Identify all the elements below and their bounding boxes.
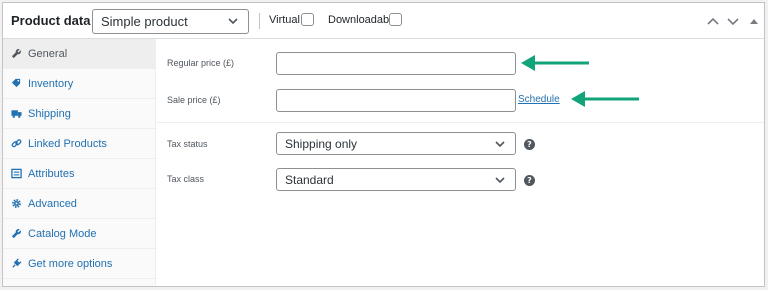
tax-class-select[interactable]: Standard — [276, 168, 516, 191]
chevron-up-icon[interactable] — [706, 15, 720, 27]
sale-price-input[interactable] — [276, 89, 516, 112]
virtual-checkbox[interactable] — [301, 13, 314, 26]
regular-price-input[interactable] — [276, 52, 516, 75]
annotation-arrow — [521, 55, 589, 71]
header-divider — [259, 13, 260, 29]
truck-icon — [11, 110, 22, 118]
product-data-panel: Product data — Simple product Virtual: D… — [2, 2, 765, 287]
tab-label: Inventory — [28, 78, 74, 90]
schedule-link[interactable]: Schedule — [518, 94, 560, 105]
product-type-select[interactable]: Simple product — [92, 9, 249, 34]
tab-label: Shipping — [28, 108, 71, 120]
collapse-triangle-icon[interactable] — [747, 15, 761, 27]
product-data-tabs: General Inventory Shipping Linked Produc… — [3, 39, 156, 286]
tab-label: Attributes — [28, 168, 75, 180]
tag-icon — [11, 78, 21, 88]
chevron-down-icon — [495, 141, 505, 148]
virtual-label: Virtual: — [269, 14, 304, 26]
tax-class-value: Standard — [285, 173, 334, 187]
tax-class-label: Tax class — [167, 174, 205, 184]
help-icon[interactable]: ? — [524, 139, 535, 150]
product-data-header: Product data — Simple product Virtual: D… — [3, 3, 764, 39]
downloadable-checkbox[interactable] — [389, 13, 402, 26]
tax-status-label: Tax status — [167, 139, 208, 149]
chevron-down-icon[interactable] — [726, 15, 740, 27]
tab-advanced[interactable]: Advanced — [3, 189, 156, 219]
link-icon — [11, 139, 22, 148]
tab-get-more-options[interactable]: Get more options — [3, 249, 156, 279]
general-options-panel: Regular price (£) Sale price (£) Schedul… — [157, 39, 764, 286]
tax-status-value: Shipping only — [285, 137, 358, 151]
section-divider — [157, 122, 764, 123]
tab-linked-products[interactable]: Linked Products — [3, 129, 156, 159]
gear-icon — [12, 199, 21, 208]
wrench-icon — [11, 49, 21, 59]
product-type-value: Simple product — [101, 14, 188, 29]
tab-catalog-mode[interactable]: Catalog Mode — [3, 219, 156, 249]
tab-label: Advanced — [28, 198, 77, 210]
tax-status-select[interactable]: Shipping only — [276, 132, 516, 155]
chevron-down-icon — [495, 177, 505, 184]
help-icon[interactable]: ? — [524, 175, 535, 186]
tab-label: Get more options — [28, 258, 113, 270]
tab-inventory[interactable]: Inventory — [3, 69, 156, 99]
regular-price-label: Regular price (£) — [167, 58, 235, 68]
tab-label: General — [28, 48, 68, 60]
plugin-icon — [12, 258, 22, 268]
tab-general[interactable]: General — [3, 39, 156, 69]
sale-price-label: Sale price (£) — [167, 95, 221, 105]
list-icon — [11, 168, 22, 179]
tab-label: Catalog Mode — [28, 228, 97, 240]
tab-attributes[interactable]: Attributes — [3, 159, 156, 189]
wrench-icon — [11, 229, 21, 239]
annotation-arrow — [571, 91, 639, 107]
tab-label: Linked Products — [28, 138, 107, 150]
tab-shipping[interactable]: Shipping — [3, 99, 156, 129]
chevron-down-icon — [228, 18, 238, 25]
